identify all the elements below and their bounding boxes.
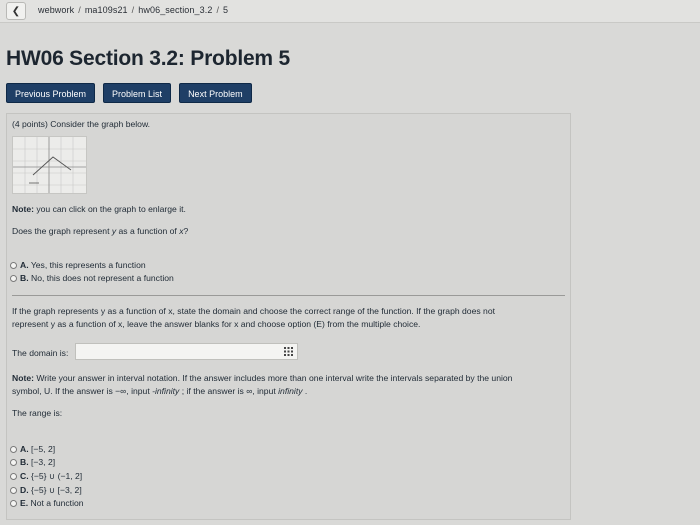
- graph-image: [13, 137, 86, 193]
- q1-option-b[interactable]: B. No, this does not represent a functio…: [10, 273, 174, 283]
- problem-list-button[interactable]: Problem List: [103, 83, 172, 103]
- range-option-b[interactable]: B. [−3, 2]: [10, 457, 55, 467]
- range-option-e[interactable]: E. Not a function: [10, 498, 84, 508]
- domain-label: The domain is:: [12, 348, 69, 358]
- radio-button[interactable]: [10, 473, 17, 480]
- equation-editor-icon[interactable]: [284, 347, 293, 356]
- radio-button[interactable]: [10, 458, 17, 466]
- breadcrumb-item-course[interactable]: ma109s21: [85, 5, 128, 15]
- radio-button[interactable]: [10, 445, 17, 453]
- breadcrumb-item-problem: 5: [223, 5, 229, 15]
- interval-note-line-2: symbol, U. If the answer is −∞, input -i…: [12, 386, 308, 396]
- breadcrumb-item-set[interactable]: hw06_section_3.2: [138, 5, 212, 15]
- instructions-line-2: represent y as a function of x, leave th…: [12, 319, 421, 329]
- section-divider: [12, 295, 565, 296]
- graph-thumbnail[interactable]: [12, 136, 87, 194]
- range-option-c[interactable]: C. {−5} ∪ (−1, 2]: [10, 471, 82, 482]
- breadcrumb-separator: /: [216, 5, 220, 15]
- back-button[interactable]: ❮: [6, 2, 26, 20]
- breadcrumb-item-course-root[interactable]: webwork: [38, 5, 74, 15]
- chevron-left-icon: ❮: [11, 5, 21, 17]
- radio-button[interactable]: [10, 499, 17, 507]
- enlarge-note: Note: you can click on the graph to enla…: [12, 204, 186, 214]
- next-problem-button[interactable]: Next Problem: [179, 83, 252, 103]
- breadcrumb: webwork / ma109s21/hw06_section_3.2/5: [38, 5, 228, 15]
- breadcrumb-separator: /: [131, 5, 135, 15]
- range-option-d[interactable]: D. {−5} ∪ [−3, 2]: [10, 485, 82, 496]
- radio-button[interactable]: [10, 487, 17, 494]
- breadcrumb-separator: /: [78, 5, 81, 15]
- page-title: HW06 Section 3.2: Problem 5: [6, 47, 291, 70]
- domain-input[interactable]: [75, 343, 298, 360]
- problem-box: (4 points) Consider the graph below. Not…: [6, 113, 571, 520]
- radio-button[interactable]: [10, 274, 17, 282]
- interval-note-line-1: Note: Write your answer in interval nota…: [12, 373, 513, 383]
- range-label: The range is:: [12, 408, 63, 418]
- radio-button[interactable]: [10, 261, 17, 269]
- q1-option-a[interactable]: A. Yes, this represents a function: [10, 260, 146, 270]
- instructions-line-1: If the graph represents y as a function …: [12, 306, 495, 316]
- breadcrumb-bar: ❮ webwork / ma109s21/hw06_section_3.2/5: [0, 0, 700, 23]
- previous-problem-button[interactable]: Previous Problem: [6, 83, 96, 103]
- question-function: Does the graph represent y as a function…: [12, 226, 189, 236]
- range-option-a[interactable]: A. [−5, 2]: [10, 444, 55, 454]
- problem-nav: Previous Problem Problem List Next Probl…: [6, 83, 252, 103]
- problem-intro: (4 points) Consider the graph below.: [12, 119, 151, 129]
